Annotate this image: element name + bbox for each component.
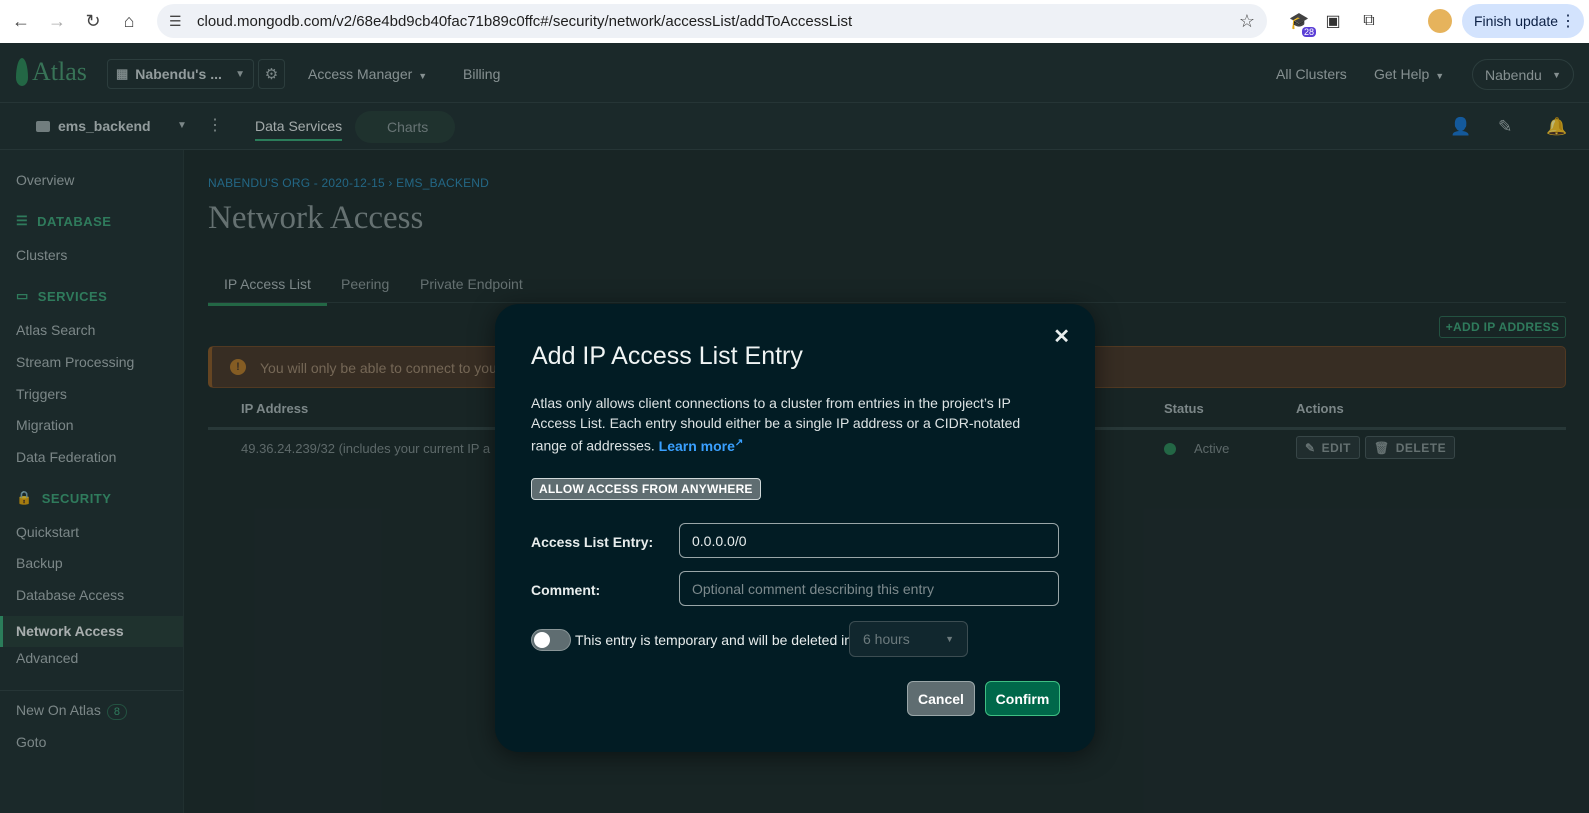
browser-toolbar: ← → ↻ ⌂ ☰ cloud.mongodb.com/v2/68e4bd9cb…: [0, 0, 1589, 43]
add-ip-access-list-modal: ✕ Add IP Access List Entry Atlas only al…: [495, 304, 1095, 752]
toggle-knob: [534, 632, 550, 648]
bookmark-star-icon[interactable]: ☆: [1239, 11, 1255, 32]
allow-access-from-anywhere-button[interactable]: ALLOW ACCESS FROM ANYWHERE: [531, 478, 761, 500]
close-icon[interactable]: ✕: [1053, 324, 1070, 349]
profile-avatar[interactable]: [1428, 9, 1452, 33]
cancel-button[interactable]: Cancel: [907, 681, 975, 716]
home-icon[interactable]: ⌂: [114, 7, 144, 37]
reload-icon[interactable]: ↻: [78, 7, 108, 37]
temporary-entry-text: This entry is temporary and will be dele…: [575, 632, 853, 648]
confirm-button[interactable]: Confirm: [985, 681, 1060, 716]
back-icon[interactable]: ←: [6, 7, 36, 37]
modal-description-text: Atlas only allows client connections to …: [531, 395, 1021, 454]
duration-select[interactable]: 6 hours ▼: [849, 621, 968, 657]
learn-more-link[interactable]: Learn more↗: [658, 437, 744, 454]
address-bar[interactable]: ☰ cloud.mongodb.com/v2/68e4bd9cb40fac71b…: [157, 4, 1267, 38]
access-list-entry-input[interactable]: [679, 523, 1059, 558]
extension-badge: 28: [1301, 27, 1316, 37]
kebab-menu-icon: ⋮: [1560, 13, 1576, 30]
finish-update-button[interactable]: Finish update ⋮: [1462, 4, 1584, 38]
learn-more-label: Learn more: [658, 437, 735, 454]
modal-description: Atlas only allows client connections to …: [531, 393, 1051, 456]
access-list-entry-label: Access List Entry:: [531, 534, 654, 550]
extensions-puzzle-icon[interactable]: ⧉: [1356, 8, 1382, 34]
temporary-entry-toggle[interactable]: [531, 629, 571, 651]
extension-hat-icon[interactable]: 🎓 28: [1286, 8, 1316, 37]
chevron-down-icon: ▼: [945, 634, 954, 644]
extension-square-icon[interactable]: ▣: [1320, 8, 1346, 34]
comment-label: Comment:: [531, 582, 601, 598]
site-info-icon[interactable]: ☰: [169, 13, 187, 30]
finish-update-label: Finish update: [1474, 13, 1559, 29]
url-text[interactable]: cloud.mongodb.com/v2/68e4bd9cb40fac71b89…: [197, 13, 852, 30]
modal-title: Add IP Access List Entry: [531, 342, 803, 370]
forward-icon[interactable]: →: [42, 7, 72, 37]
external-link-icon: ↗: [734, 437, 744, 448]
comment-input[interactable]: [679, 571, 1059, 606]
duration-value: 6 hours: [863, 631, 910, 647]
